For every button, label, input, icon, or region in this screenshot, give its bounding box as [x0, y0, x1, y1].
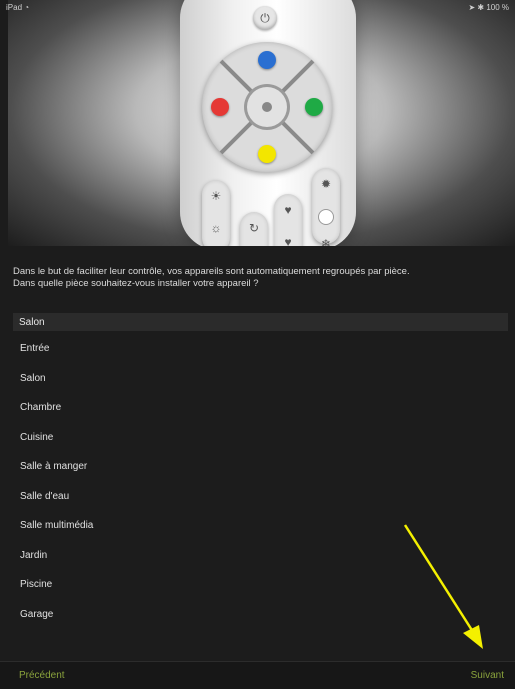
cycle-icon: ↻	[248, 221, 260, 235]
mode-column: ↻ ◌	[240, 212, 268, 246]
cold-light-icon: ❄	[320, 237, 332, 246]
room-option[interactable]: Chambre	[20, 393, 93, 423]
favorite-1-icon: ♥	[284, 203, 292, 217]
battery-level: 100 %	[486, 3, 509, 12]
brightness-column: ☀ ☼	[202, 180, 230, 246]
next-button[interactable]: Suivant	[471, 670, 504, 681]
room-option[interactable]: Salle à manger	[20, 452, 93, 482]
room-option[interactable]: Salle multimédia	[20, 511, 93, 541]
room-option[interactable]: Entrée	[20, 334, 93, 364]
room-selected-field[interactable]: Salon	[13, 313, 508, 331]
device-name: iPad	[6, 3, 23, 12]
footer-nav: Précédent Suivant	[0, 661, 515, 689]
dpad-center-button	[247, 87, 287, 127]
room-option[interactable]: Piscine	[20, 570, 93, 600]
status-left: iPad ◔	[6, 3, 29, 12]
question-line-2: Dans quelle pièce souhaitez-vous install…	[13, 278, 259, 289]
room-option[interactable]: Cuisine	[20, 423, 93, 453]
room-option[interactable]: Jardin	[20, 541, 93, 571]
arrow-shaft	[403, 524, 477, 636]
room-option[interactable]: Salon	[20, 364, 93, 394]
previous-button[interactable]: Précédent	[19, 670, 65, 681]
favorite-column: ♥ ♥	[274, 194, 302, 246]
arrow-head	[463, 625, 483, 649]
room-options-list: Entrée Salon Chambre Cuisine Salle à man…	[20, 334, 93, 629]
room-option[interactable]: Salle d'eau	[20, 482, 93, 512]
color-wheel-icon: ◌	[240, 244, 268, 246]
room-question: Dans le but de faciliter leur contrôle, …	[13, 266, 508, 290]
brightness-up-icon: ☀	[210, 189, 222, 203]
blue-dot-icon	[258, 51, 276, 69]
red-dot-icon	[211, 98, 229, 116]
room-option[interactable]: Garage	[20, 600, 93, 630]
yellow-dot-icon	[258, 145, 276, 163]
green-dot-icon	[305, 98, 323, 116]
room-selected-value: Salon	[19, 317, 45, 328]
annotation-arrow-icon	[403, 524, 483, 649]
remote-control-image: ⏻ ☀ ☼ ↻ ◌ ♥ ♥ ✹ ❄	[8, 0, 515, 246]
brightness-down-icon: ☼	[210, 221, 222, 235]
wifi-icon: ◔	[24, 3, 30, 12]
question-line-1: Dans le but de faciliter leur contrôle, …	[13, 266, 410, 277]
remote-dpad	[202, 42, 332, 172]
white-light-icon	[318, 209, 334, 225]
bluetooth-icon: ✱	[477, 3, 485, 12]
location-icon: ➤	[468, 3, 476, 12]
status-bar: iPad ◔ ➤ ✱ 100 %	[0, 0, 515, 14]
status-right: ➤ ✱ 100 %	[468, 3, 509, 12]
favorite-2-icon: ♥	[284, 235, 292, 246]
white-column: ✹ ❄	[312, 168, 340, 246]
remote-body: ⏻ ☀ ☼ ↻ ◌ ♥ ♥ ✹ ❄	[180, 0, 356, 246]
warm-light-icon: ✹	[320, 177, 332, 191]
